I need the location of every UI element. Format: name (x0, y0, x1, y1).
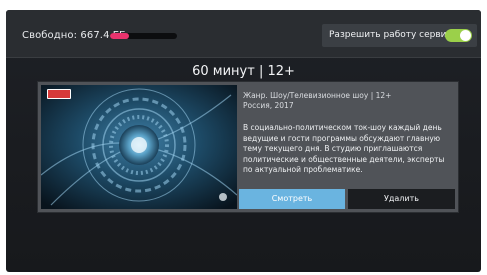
duration-rating-title: 60 минут | 12+ (192, 64, 295, 79)
top-bar: Свободно: 667.4 ГБ Разрешить работу серв… (6, 10, 481, 58)
poster-artwork (41, 85, 237, 209)
description-line: по актуальной проблематике. (243, 165, 363, 175)
service-toggle-switch[interactable] (445, 29, 472, 42)
delete-button[interactable]: Удалить (348, 189, 455, 209)
description-line: тему текущего дня. В студию приглашаются (243, 144, 423, 154)
toggle-knob (460, 30, 471, 41)
tv-screen: Свободно: 667.4 ГБ Разрешить работу серв… (6, 10, 481, 272)
watch-button[interactable]: Смотреть (239, 189, 345, 209)
description-line: политические и общественные деятели, экс… (243, 154, 445, 164)
storage-usage-fill (110, 33, 129, 39)
service-toggle-row[interactable]: Разрешить работу сервиса (322, 24, 477, 47)
program-description: В социально-политическом ток-шоу каждый … (243, 123, 455, 176)
program-poster-image (41, 85, 237, 209)
description-line: ведущие и гости программы обсуждают глав… (243, 133, 441, 143)
storage-usage-bar (110, 33, 177, 39)
service-toggle-label: Разрешить работу сервиса (329, 30, 457, 40)
channel-logo-icon (47, 89, 71, 99)
program-card: Жанр. Шоу/Телевизионное шоу | 12+ Россия… (38, 82, 458, 212)
description-line: В социально-политическом ток-шоу каждый … (243, 123, 442, 132)
program-genre: Жанр. Шоу/Телевизионное шоу | 12+ (243, 91, 392, 100)
program-country-year: Россия, 2017 (243, 101, 294, 110)
